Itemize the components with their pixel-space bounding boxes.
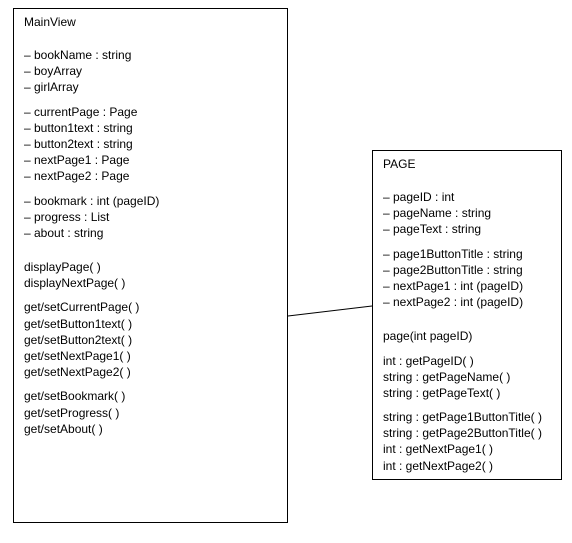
method: get/setProgress( ) [24,405,277,421]
attr: – button1text : string [24,120,277,136]
class-title: PAGE [383,157,551,171]
method: get/setNextPage1( ) [24,348,277,364]
attr: – page2ButtonTitle : string [383,262,551,278]
attr: – nextPage1 : int (pageID) [383,278,551,294]
method: int : getNextPage1( ) [383,441,551,457]
attr: – bookmark : int (pageID) [24,193,277,209]
separator: ________________________________________… [24,31,277,43]
attr: – currentPage : Page [24,104,277,120]
attr: – boyArray [24,63,277,79]
attr: – button2text : string [24,136,277,152]
attr: – nextPage1 : Page [24,152,277,168]
class-mainview: MainView _______________________________… [13,8,288,523]
attr: – girlArray [24,79,277,95]
attr: – pageText : string [383,221,551,237]
separator: _____________________________ [383,173,551,185]
method: int : getNextPage2( ) [383,458,551,474]
attr: – pageID : int [383,189,551,205]
method: get/setButton2text( ) [24,332,277,348]
method: displayPage( ) [24,259,277,275]
attr: – about : string [24,225,277,241]
separator: ________________________________________… [24,243,277,255]
method: get/setAbout( ) [24,421,277,437]
method: get/setButton1text( ) [24,316,277,332]
attr: – nextPage2 : Page [24,168,277,184]
class-page: PAGE _____________________________ – pag… [372,150,562,480]
method: displayNextPage( ) [24,275,277,291]
class-title: MainView [24,15,277,29]
attr: – page1ButtonTitle : string [383,246,551,262]
attr: – progress : List [24,209,277,225]
constructor: page(int pageID) [383,328,551,344]
method: string : getPage2ButtonTitle( ) [383,425,551,441]
method: string : getPage1ButtonTitle( ) [383,409,551,425]
uml-canvas: MainView _______________________________… [0,0,572,543]
method: int : getPageID( ) [383,353,551,369]
separator: _____________________________ [383,312,551,324]
method: string : getPageText( ) [383,385,551,401]
method: get/setBookmark( ) [24,388,277,404]
method: get/setNextPage2( ) [24,364,277,380]
method: string : getPageName( ) [383,369,551,385]
attr: – nextPage2 : int (pageID) [383,294,551,310]
method: get/setCurrentPage( ) [24,299,277,315]
attr: – bookName : string [24,47,277,63]
attr: – pageName : string [383,205,551,221]
